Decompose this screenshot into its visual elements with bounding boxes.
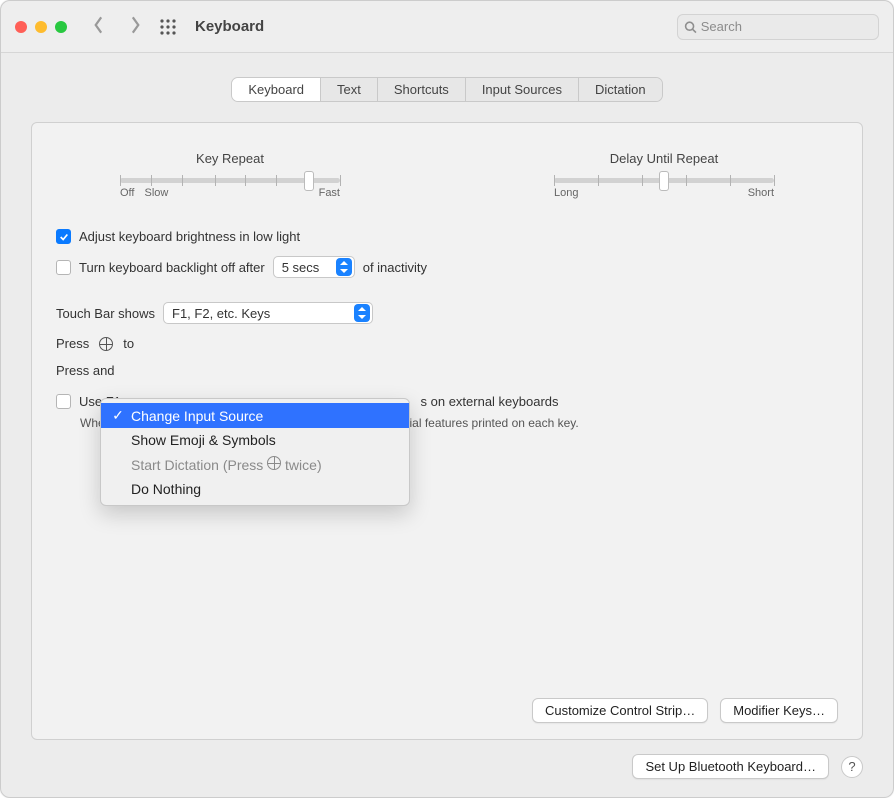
backlight-off-checkbox[interactable] <box>56 260 71 275</box>
window-controls <box>15 21 67 33</box>
touch-bar-popup[interactable]: F1, F2, etc. Keys <box>163 302 373 324</box>
backlight-off-prefix: Turn keyboard backlight off after <box>79 260 265 275</box>
window-title: Keyboard <box>195 18 264 35</box>
nav-controls <box>91 14 143 39</box>
forward-button[interactable] <box>127 14 143 39</box>
bluetooth-keyboard-button[interactable]: Set Up Bluetooth Keyboard… <box>632 754 829 779</box>
press-globe-prefix: Press <box>56 336 89 351</box>
tab-input-sources[interactable]: Input Sources <box>466 78 579 101</box>
key-repeat-fast-label: Fast <box>319 187 340 199</box>
titlebar: Keyboard <box>1 1 893 53</box>
close-button[interactable] <box>15 21 27 33</box>
preferences-window: Keyboard Keyboard Text Shortcuts Input S… <box>0 0 894 798</box>
modifier-keys-button[interactable]: Modifier Keys… <box>720 698 838 723</box>
adjust-brightness-label: Adjust keyboard brightness in low light <box>79 229 300 244</box>
tab-dictation[interactable]: Dictation <box>579 78 662 101</box>
key-repeat-title: Key Repeat <box>120 151 340 166</box>
minimize-button[interactable] <box>35 21 47 33</box>
body: Keyboard Text Shortcuts Input Sources Di… <box>1 53 893 797</box>
delay-slider[interactable] <box>554 178 774 183</box>
backlight-off-suffix: of inactivity <box>363 260 427 275</box>
customize-control-strip-button[interactable]: Customize Control Strip… <box>532 698 708 723</box>
key-repeat-off-label: Off <box>120 187 134 199</box>
touch-bar-label: Touch Bar shows <box>56 306 155 321</box>
use-fn-checkbox[interactable] <box>56 394 71 409</box>
search-field-wrap[interactable] <box>677 14 879 40</box>
show-all-icon[interactable] <box>159 18 177 36</box>
delay-short-label: Short <box>748 187 774 199</box>
tab-text[interactable]: Text <box>321 78 378 101</box>
search-input[interactable] <box>701 19 872 34</box>
touch-bar-value: F1, F2, etc. Keys <box>172 306 270 321</box>
use-fn-suffix: s on external keyboards <box>421 394 559 409</box>
tab-bar: Keyboard Text Shortcuts Input Sources Di… <box>31 77 863 102</box>
delay-long-label: Long <box>554 187 578 199</box>
keyboard-panel: Key Repeat Off <box>31 122 863 740</box>
zoom-button[interactable] <box>55 21 67 33</box>
key-repeat-slider-block: Key Repeat Off <box>120 151 340 199</box>
tab-keyboard[interactable]: Keyboard <box>232 78 321 101</box>
adjust-brightness-checkbox[interactable] <box>56 229 71 244</box>
tab-shortcuts[interactable]: Shortcuts <box>378 78 466 101</box>
delay-slider-block: Delay Until Repeat Long Short <box>554 151 774 199</box>
key-repeat-thumb[interactable] <box>304 171 314 191</box>
key-repeat-slider[interactable] <box>120 178 340 183</box>
menu-change-input-source[interactable]: ✓ Change Input Source <box>101 403 409 428</box>
menu-start-dictation: Start Dictation (Press twice) <box>101 452 409 477</box>
menu-do-nothing[interactable]: Do Nothing <box>101 477 409 501</box>
globe-icon <box>267 456 281 470</box>
menu-item-suffix: twice) <box>281 457 321 473</box>
globe-icon <box>99 337 113 351</box>
menu-show-emoji[interactable]: Show Emoji & Symbols <box>101 428 409 452</box>
press-globe-suffix: to <box>123 336 134 351</box>
press-and-hold-label: Press and <box>56 363 115 378</box>
back-button[interactable] <box>91 14 107 39</box>
delay-title: Delay Until Repeat <box>554 151 774 166</box>
menu-item-label: Show Emoji & Symbols <box>131 432 276 448</box>
menu-item-label: Change Input Source <box>131 408 263 424</box>
key-repeat-slow-label: Slow <box>144 187 168 199</box>
search-icon <box>684 20 697 34</box>
press-globe-menu[interactable]: ✓ Change Input Source Show Emoji & Symbo… <box>100 398 410 506</box>
menu-item-label: Start Dictation (Press <box>131 457 267 473</box>
delay-thumb[interactable] <box>659 171 669 191</box>
backlight-delay-value: 5 secs <box>282 260 320 275</box>
menu-item-label: Do Nothing <box>131 481 201 497</box>
help-button[interactable]: ? <box>841 756 863 778</box>
backlight-delay-popup[interactable]: 5 secs <box>273 256 355 278</box>
